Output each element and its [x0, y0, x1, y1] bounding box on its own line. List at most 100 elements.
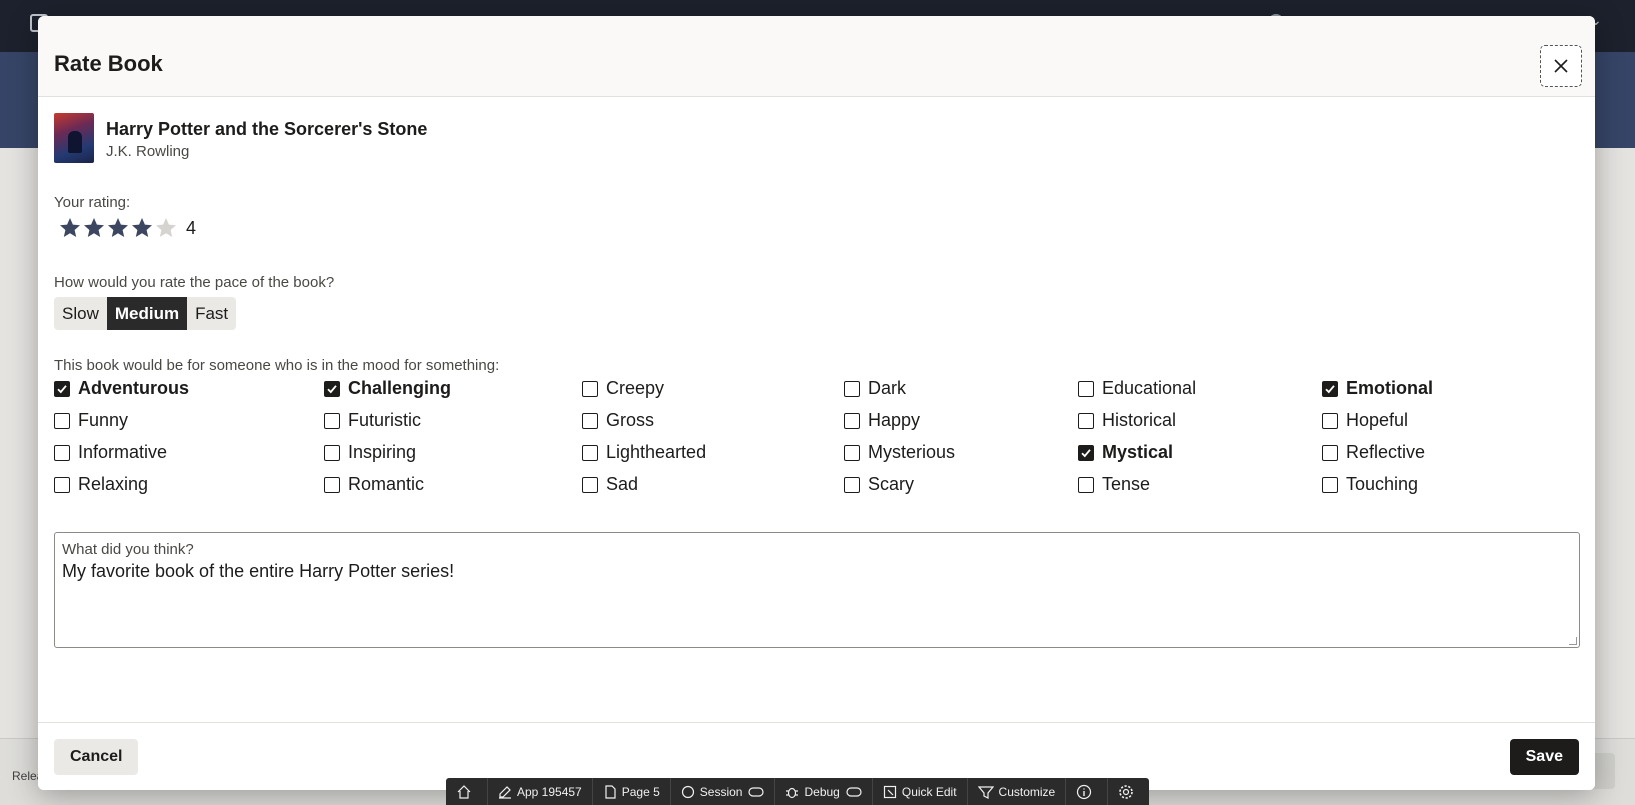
- toggle-icon: [846, 786, 862, 797]
- mood-option-reflective[interactable]: Reflective: [1322, 442, 1425, 463]
- mood-option-historical[interactable]: Historical: [1078, 410, 1176, 431]
- mood-label: Relaxing: [78, 474, 149, 494]
- dev-debug-label: Debug: [804, 784, 840, 799]
- mood-option-romantic[interactable]: Romantic: [324, 474, 424, 495]
- rating-label: Your rating:: [54, 194, 131, 211]
- dev-quick-edit-button[interactable]: Quick Edit: [873, 778, 968, 805]
- review-textarea[interactable]: What did you think? My favorite book of …: [54, 532, 1580, 648]
- book-cover-image: [54, 113, 94, 163]
- mood-option-educational[interactable]: Educational: [1078, 378, 1196, 399]
- star-empty-icon[interactable]: [154, 216, 178, 240]
- mood-checkbox[interactable]: [54, 412, 70, 429]
- mood-label: Emotional: [1346, 378, 1434, 398]
- pace-option-slow[interactable]: Slow: [54, 297, 107, 330]
- dev-info-button[interactable]: [1066, 778, 1109, 805]
- mood-option-touching[interactable]: Touching: [1322, 474, 1418, 495]
- mood-option-happy[interactable]: Happy: [844, 410, 920, 431]
- mood-label: Informative: [78, 442, 168, 462]
- cancel-button[interactable]: Cancel: [54, 739, 139, 775]
- mood-option-funny[interactable]: Funny: [54, 410, 128, 431]
- mood-checkbox[interactable]: [324, 380, 340, 397]
- mood-label: Happy: [868, 410, 921, 430]
- mood-option-mystical[interactable]: Mystical: [1078, 442, 1173, 463]
- mood-option-lighthearted[interactable]: Lighthearted: [582, 442, 706, 463]
- mood-label: Inspiring: [348, 442, 417, 462]
- mood-checkbox[interactable]: [54, 444, 70, 461]
- dev-page-label: Page 5: [621, 784, 660, 799]
- dev-customize-button[interactable]: Customize: [968, 778, 1067, 805]
- mood-checkbox[interactable]: [54, 476, 70, 493]
- mood-checkbox[interactable]: [582, 412, 598, 429]
- mood-label: Adventurous: [78, 378, 190, 398]
- mood-checkbox[interactable]: [582, 380, 598, 397]
- mood-checkbox[interactable]: [1322, 380, 1338, 397]
- mood-option-sad[interactable]: Sad: [582, 474, 638, 495]
- resize-handle-icon[interactable]: [1569, 637, 1577, 645]
- review-text[interactable]: My favorite book of the entire Harry Pot…: [62, 561, 454, 582]
- mood-option-scary[interactable]: Scary: [844, 474, 914, 495]
- mood-checkbox[interactable]: [582, 444, 598, 461]
- pace-question-label: How would you rate the pace of the book?: [54, 274, 335, 291]
- mood-checkbox[interactable]: [844, 476, 860, 493]
- mood-checkbox[interactable]: [324, 444, 340, 461]
- mood-checkbox[interactable]: [1322, 412, 1338, 429]
- mood-checkbox[interactable]: [1078, 412, 1094, 429]
- dev-app-button[interactable]: App 195457: [488, 778, 593, 805]
- developer-toolbar: App 195457 Page 5 Session Debug Quick Ed…: [446, 778, 1150, 805]
- edit-icon: [499, 785, 511, 799]
- rating-value: 4: [186, 217, 197, 238]
- book-title: Harry Potter and the Sorcerer's Stone: [106, 119, 428, 139]
- star-filled-icon[interactable]: [130, 216, 154, 240]
- mood-option-challenging[interactable]: Challenging: [324, 378, 451, 399]
- mood-checkbox[interactable]: [844, 444, 860, 461]
- mood-checkbox[interactable]: [1078, 444, 1094, 461]
- mood-option-relaxing[interactable]: Relaxing: [54, 474, 148, 495]
- mood-checkbox[interactable]: [844, 380, 860, 397]
- mood-label: Romantic: [348, 474, 425, 494]
- star-filled-icon[interactable]: [106, 216, 130, 240]
- mood-option-inspiring[interactable]: Inspiring: [324, 442, 416, 463]
- mood-label: Reflective: [1346, 442, 1426, 462]
- dev-settings-button[interactable]: [1108, 778, 1149, 805]
- mood-label: Lighthearted: [606, 442, 707, 462]
- pace-option-medium[interactable]: Medium: [106, 297, 188, 330]
- mood-option-futuristic[interactable]: Futuristic: [324, 410, 421, 431]
- dev-session-label: Session: [699, 784, 743, 799]
- mood-checkbox[interactable]: [1322, 476, 1338, 493]
- mood-option-tense[interactable]: Tense: [1078, 474, 1150, 495]
- star-filled-icon[interactable]: [82, 216, 106, 240]
- pace-option-fast[interactable]: Fast: [187, 297, 236, 330]
- mood-option-informative[interactable]: Informative: [54, 442, 167, 463]
- mood-option-hopeful[interactable]: Hopeful: [1322, 410, 1408, 431]
- close-button[interactable]: [1540, 45, 1582, 87]
- dev-customize-label: Customize: [998, 784, 1056, 799]
- customize-icon: [977, 785, 994, 799]
- dev-debug-button[interactable]: Debug: [775, 778, 873, 805]
- book-author: J.K. Rowling: [106, 143, 190, 160]
- mood-option-gross[interactable]: Gross: [582, 410, 654, 431]
- mood-checkbox[interactable]: [1078, 476, 1094, 493]
- save-button[interactable]: Save: [1509, 739, 1579, 775]
- mood-checkbox[interactable]: [1322, 444, 1338, 461]
- mood-label: Creepy: [606, 378, 665, 398]
- mood-label: Educational: [1102, 378, 1197, 398]
- dev-home-button[interactable]: [446, 778, 488, 805]
- mood-option-emotional[interactable]: Emotional: [1322, 378, 1433, 399]
- star-rating[interactable]: 4: [58, 216, 196, 240]
- mood-option-mysterious[interactable]: Mysterious: [844, 442, 955, 463]
- mood-checkbox[interactable]: [1078, 380, 1094, 397]
- chat-icon: [681, 785, 694, 798]
- gear-icon: [1119, 784, 1134, 799]
- mood-checkbox[interactable]: [324, 412, 340, 429]
- mood-option-dark[interactable]: Dark: [844, 378, 906, 399]
- mood-label: Scary: [868, 474, 915, 494]
- dev-session-button[interactable]: Session: [671, 778, 776, 805]
- mood-checkbox[interactable]: [582, 476, 598, 493]
- mood-option-creepy[interactable]: Creepy: [582, 378, 664, 399]
- mood-checkbox[interactable]: [324, 476, 340, 493]
- mood-option-adventurous[interactable]: Adventurous: [54, 378, 189, 399]
- mood-checkbox[interactable]: [54, 380, 70, 397]
- dev-page-button[interactable]: Page 5: [593, 778, 671, 805]
- star-filled-icon[interactable]: [58, 216, 82, 240]
- mood-checkbox[interactable]: [844, 412, 860, 429]
